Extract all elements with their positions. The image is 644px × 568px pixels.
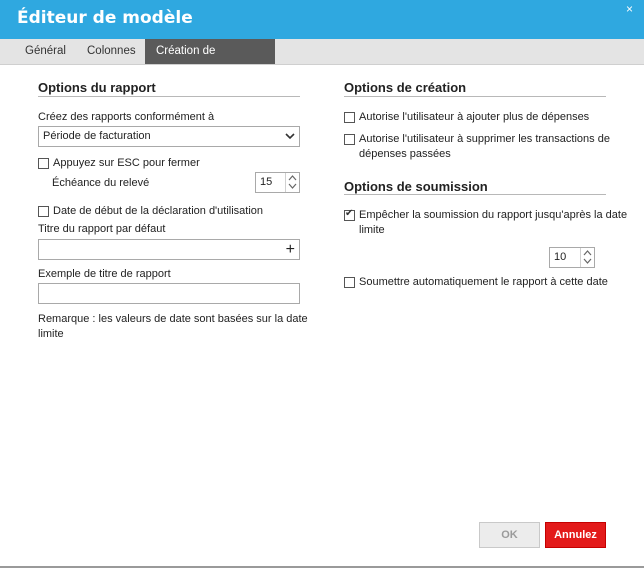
create-reports-select[interactable]: Période de facturation bbox=[38, 126, 300, 147]
prevent-days-stepper[interactable]: 10 bbox=[549, 247, 595, 268]
chevron-down-icon bbox=[285, 127, 295, 153]
close-icon[interactable]: × bbox=[626, 3, 633, 15]
stepper-down-icon[interactable] bbox=[288, 183, 297, 192]
example-title-input[interactable] bbox=[38, 283, 300, 304]
statement-due-stepper[interactable]: 15 bbox=[255, 172, 300, 193]
statement-due-value: 15 bbox=[260, 176, 273, 188]
report-options-divider bbox=[38, 96, 300, 97]
tab-expense-creation[interactable]: Création de dépenses bbox=[145, 39, 275, 81]
creation-options-divider bbox=[344, 96, 606, 97]
create-reports-label: Créez des rapports conformément à bbox=[38, 111, 215, 123]
report-options-heading: Options du rapport bbox=[38, 80, 156, 95]
add-icon[interactable]: + bbox=[286, 240, 295, 259]
ok-button[interactable]: OK bbox=[479, 522, 540, 548]
tab-columns[interactable]: Colonnes bbox=[76, 39, 147, 64]
prevent-days-value: 10 bbox=[554, 251, 567, 263]
default-title-input[interactable]: + bbox=[38, 239, 300, 260]
auto-submit-checkbox[interactable] bbox=[344, 277, 355, 288]
cancel-button[interactable]: Annulez bbox=[545, 522, 606, 548]
usage-start-date-checkbox[interactable] bbox=[38, 206, 49, 217]
stepper-up-icon[interactable] bbox=[583, 249, 592, 258]
default-title-label: Titre du rapport par défaut bbox=[38, 223, 166, 235]
usage-start-date-label: Date de début de la déclaration d'utilis… bbox=[53, 205, 264, 217]
prevent-submit-label: Empêcher la soumission du rapport jusqu'… bbox=[359, 209, 628, 236]
template-editor-dialog: Éditeur de modèle × Général Colonnes Cré… bbox=[0, 0, 644, 568]
date-note: Remarque : les valeurs de date sont basé… bbox=[38, 313, 308, 340]
create-reports-value: Période de facturation bbox=[43, 130, 151, 142]
esc-close-checkbox[interactable] bbox=[38, 158, 49, 169]
prevent-submit-checkbox[interactable] bbox=[344, 208, 355, 221]
tab-bar: Général Colonnes Création de dépenses bbox=[0, 39, 644, 81]
tab-general[interactable]: Général bbox=[14, 39, 77, 64]
stepper-down-icon[interactable] bbox=[583, 258, 592, 267]
allow-delete-checkbox[interactable] bbox=[344, 134, 355, 145]
stepper-arrows bbox=[580, 248, 594, 267]
title-bar: Éditeur de modèle × bbox=[0, 0, 644, 39]
submission-options-heading: Options de soumission bbox=[344, 179, 488, 194]
allow-delete-label: Autorise l'utilisateur à supprimer les t… bbox=[359, 133, 610, 160]
auto-submit-label: Soumettre automatiquement le rapport à c… bbox=[359, 276, 608, 288]
submission-options-divider bbox=[344, 194, 606, 195]
example-title-label: Exemple de titre de rapport bbox=[38, 268, 171, 280]
dialog-title: Éditeur de modèle bbox=[17, 8, 193, 28]
allow-add-label: Autorise l'utilisateur à ajouter plus de… bbox=[359, 111, 590, 123]
creation-options-heading: Options de création bbox=[344, 80, 467, 95]
statement-due-label: Échéance du relevé bbox=[52, 177, 150, 189]
esc-close-label: Appuyez sur ESC pour fermer bbox=[53, 157, 200, 169]
stepper-up-icon[interactable] bbox=[288, 174, 297, 183]
stepper-arrows bbox=[285, 173, 299, 192]
allow-add-checkbox[interactable] bbox=[344, 112, 355, 123]
